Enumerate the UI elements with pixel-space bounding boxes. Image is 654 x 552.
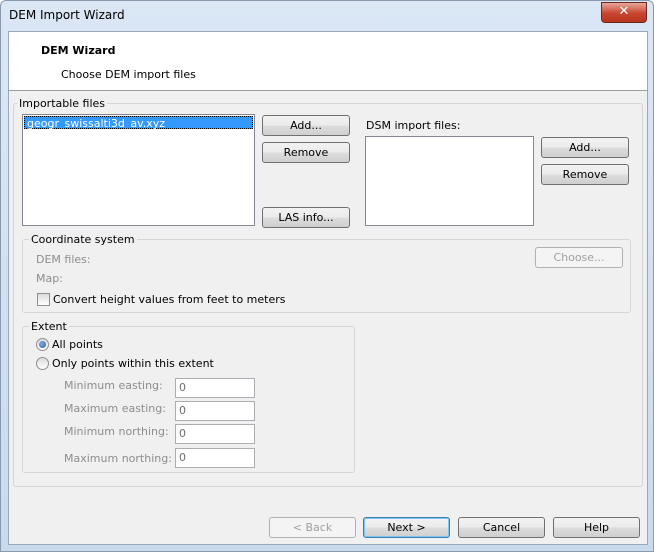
wizard-title: DEM Wizard [41, 44, 116, 57]
dsm-import-list[interactable] [365, 136, 534, 226]
radio-selected-dot [39, 341, 46, 348]
back-button[interactable]: < Back [269, 517, 356, 538]
remove-importable-button[interactable]: Remove [262, 142, 350, 163]
max-easting-label: Maximum easting: [64, 402, 166, 415]
convert-feet-label[interactable]: Convert height values from feet to meter… [53, 293, 286, 306]
min-northing-input[interactable]: 0 [175, 424, 255, 444]
min-easting-label: Minimum easting: [64, 379, 163, 392]
choose-coordinate-button[interactable]: Choose... [535, 247, 623, 268]
min-northing-label: Minimum northing: [64, 425, 169, 438]
convert-feet-checkbox[interactable] [37, 293, 50, 306]
close-button[interactable]: ✕ [601, 2, 647, 23]
within-extent-radio[interactable] [36, 357, 49, 370]
add-dsm-button[interactable]: Add... [541, 137, 629, 158]
add-importable-button[interactable]: Add... [262, 115, 350, 136]
title-bar[interactable]: DEM Import Wizard ✕ [1, 1, 653, 31]
dem-files-label: DEM files: [36, 253, 91, 266]
within-extent-label[interactable]: Only points within this extent [52, 357, 214, 370]
cancel-button[interactable]: Cancel [458, 517, 545, 538]
coordinate-system-label: Coordinate system [29, 233, 137, 246]
remove-dsm-button[interactable]: Remove [541, 164, 629, 185]
las-info-button[interactable]: LAS info... [262, 207, 350, 228]
min-easting-input[interactable]: 0 [175, 378, 255, 398]
window-title: DEM Import Wizard [9, 8, 125, 22]
extent-label: Extent [29, 320, 69, 333]
max-northing-label: Maximum northing: [64, 452, 172, 465]
all-points-label[interactable]: All points [52, 338, 103, 351]
list-item[interactable]: geogr_swissalti3d_av.xyz [24, 116, 253, 130]
max-northing-input[interactable]: 0 [175, 448, 255, 468]
help-button[interactable]: Help [553, 517, 640, 538]
next-button[interactable]: Next > [363, 517, 450, 538]
wizard-subtitle: Choose DEM import files [61, 68, 196, 81]
dsm-import-label: DSM import files: [366, 119, 461, 132]
dialog-window: DEM Import Wizard ✕ DEM Wizard Choose DE… [0, 0, 654, 552]
importable-files-label: Importable files [17, 97, 108, 110]
dialog-client: DEM Wizard Choose DEM import files Impor… [8, 31, 648, 545]
importable-files-list[interactable]: geogr_swissalti3d_av.xyz [22, 114, 255, 226]
max-easting-input[interactable]: 0 [175, 401, 255, 421]
wizard-header: DEM Wizard Choose DEM import files [9, 32, 647, 91]
close-icon: ✕ [618, 4, 630, 19]
all-points-radio[interactable] [36, 338, 49, 351]
map-label: Map: [36, 272, 63, 285]
